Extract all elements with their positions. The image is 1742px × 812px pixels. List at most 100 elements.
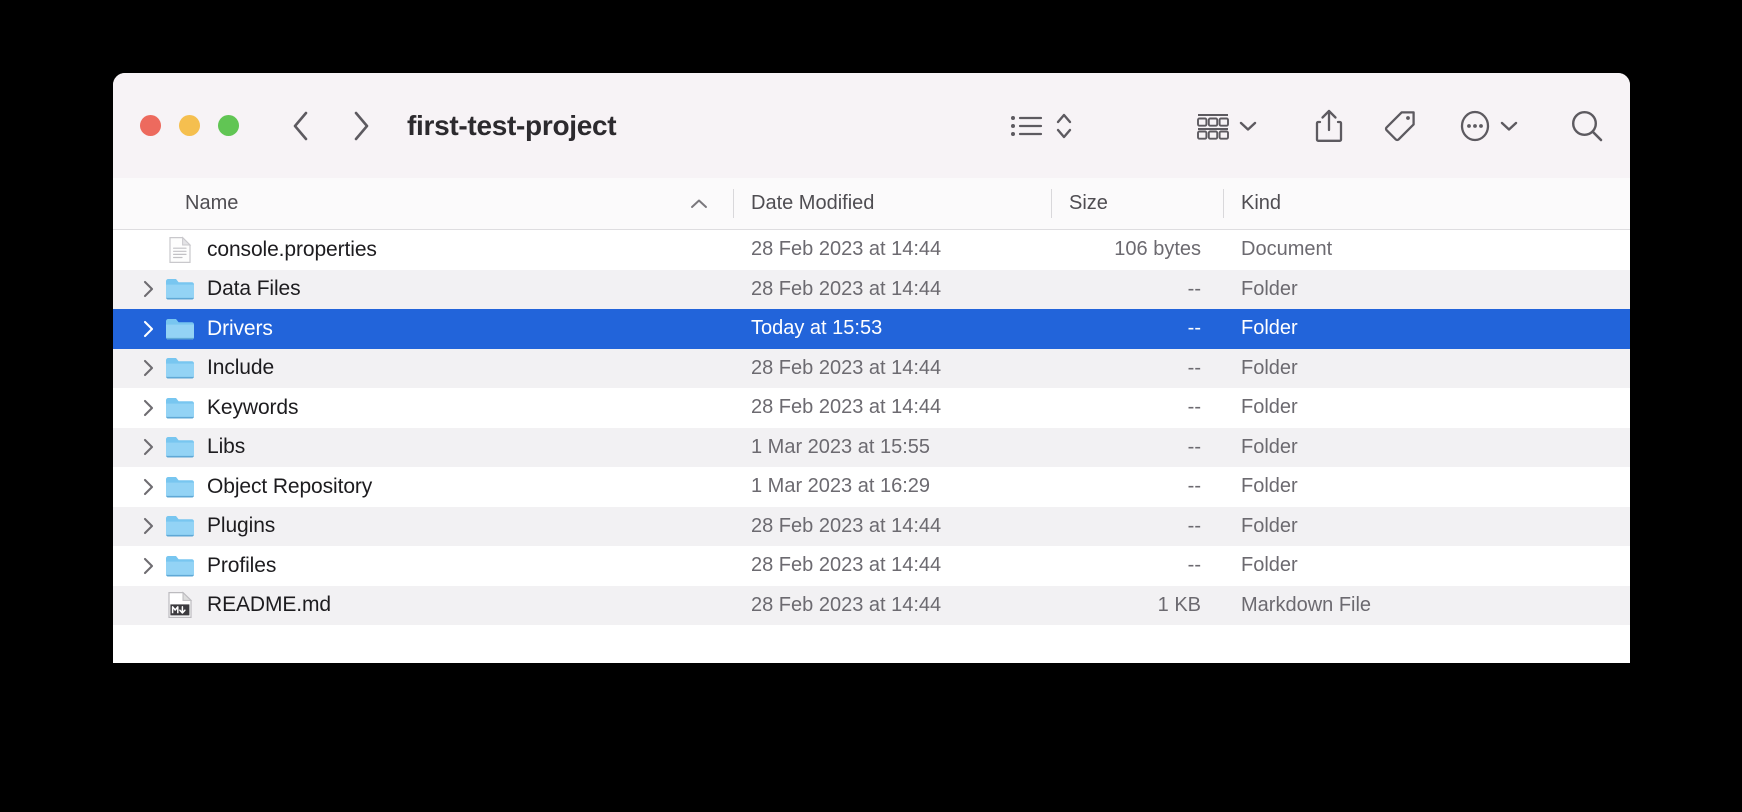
file-size: -- [1187,475,1201,498]
navigation-arrows [287,109,374,143]
disclosure-chevron-icon [143,439,153,456]
file-date-modified: 28 Feb 2023 at 14:44 [751,356,942,379]
folder-icon [166,555,194,577]
file-name-label: README.md [207,593,331,617]
document-icon [169,236,192,263]
disclosure-triangle[interactable] [137,516,159,536]
disclosure-triangle[interactable] [137,437,159,457]
maximize-window-button[interactable] [218,115,239,136]
file-name-cell: Profiles [113,553,733,579]
folder-icon [165,434,195,460]
folder-icon [165,276,195,302]
file-name-label: Include [207,356,275,380]
file-name-cell: README.md [113,591,733,619]
window-title: first-test-project [407,109,617,141]
chevron-down-icon [1500,121,1518,131]
file-size: -- [1187,317,1201,340]
folder-icon [166,397,194,419]
sort-order-button[interactable] [1054,111,1074,141]
disclosure-chevron-icon [143,478,153,495]
file-date-modified: 1 Mar 2023 at 15:55 [751,435,931,458]
folder-icon [165,355,195,381]
folder-icon [166,476,194,498]
folder-icon [165,474,195,500]
file-kind: Folder [1241,475,1298,498]
file-size: -- [1187,554,1201,577]
chevron-down-icon [1239,121,1257,131]
table-row[interactable]: Object Repository 1 Mar 2023 at 16:29 -- Fo… [113,467,1630,507]
column-header-name-label: Name [185,192,239,214]
table-row[interactable]: Profiles 28 Feb 2023 at 14:44 -- Folder [113,546,1630,586]
markdown-icon [168,591,193,619]
table-row[interactable]: Include 28 Feb 2023 at 14:44 -- Folder [113,348,1630,388]
disclosure-triangle[interactable] [137,556,159,576]
share-button[interactable] [1315,109,1343,143]
file-kind: Folder [1241,514,1298,537]
column-header-row: Name Date Modified Size Kind [113,178,1630,230]
tag-icon [1384,110,1415,141]
add-tags-button[interactable] [1383,109,1417,143]
more-dropdown-chevron[interactable] [1500,120,1518,132]
disclosure-chevron-icon [143,281,153,298]
column-divider [1223,189,1224,218]
group-dropdown-chevron[interactable] [1239,120,1257,132]
file-size: -- [1187,514,1201,537]
file-kind: Folder [1241,396,1298,419]
disclosure-chevron-icon [143,518,153,535]
file-size: 1 KB [1157,593,1201,616]
group-items-button[interactable] [1196,112,1257,140]
table-row[interactable]: Libs 1 Mar 2023 at 15:55 -- Folder [113,427,1630,467]
folder-icon [165,316,195,342]
file-name-label: Drivers [207,316,273,340]
table-row[interactable]: Drivers Today at 15:53 -- Folder [113,309,1630,349]
file-date-modified: 28 Feb 2023 at 14:44 [751,277,942,300]
group-items-icon [1197,113,1229,140]
disclosure-triangle[interactable] [137,279,159,299]
file-size: -- [1187,356,1201,379]
file-date-modified: 28 Feb 2023 at 14:44 [751,514,942,537]
folder-icon [166,516,194,537]
table-row[interactable]: README.md 28 Feb 2023 at 14:44 1 KB Markdow… [113,585,1630,625]
search-button[interactable] [1570,109,1604,143]
column-header-size-label: Size [1069,192,1108,214]
file-name-cell: Data Files [113,276,733,302]
table-row[interactable]: Plugins 28 Feb 2023 at 14:44 -- Folder [113,506,1630,546]
column-header-kind[interactable]: Kind [1223,178,1630,229]
file-date-modified: 28 Feb 2023 at 14:44 [751,238,942,261]
column-divider [733,189,734,218]
file-name-cell: Object Repository [113,474,733,500]
disclosure-chevron-icon [143,399,153,416]
column-header-kind-label: Kind [1241,192,1282,214]
folder-icon [166,358,194,379]
file-kind: Folder [1241,317,1298,340]
column-header-size[interactable]: Size [1051,178,1223,229]
close-window-button[interactable] [140,115,161,136]
back-button[interactable] [287,109,313,143]
view-as-list-button[interactable] [1010,113,1044,139]
file-kind: Markdown File [1241,593,1372,616]
file-date-modified: 28 Feb 2023 at 14:44 [751,554,942,577]
minimize-window-button[interactable] [179,115,200,136]
file-name-label: Profiles [207,553,277,577]
column-header-name[interactable]: Name [113,178,733,229]
table-row[interactable]: console.properties 28 Feb 2023 at 14:44 10… [113,230,1630,270]
disclosure-triangle[interactable] [137,358,159,378]
file-date-modified: 28 Feb 2023 at 14:44 [751,396,942,419]
search-icon [1571,110,1603,141]
table-row[interactable]: Keywords 28 Feb 2023 at 14:44 -- Folder [113,388,1630,428]
table-row[interactable]: Data Files 28 Feb 2023 at 14:44 -- Folder [113,269,1630,309]
folder-icon [166,318,194,340]
file-kind: Document [1241,238,1333,261]
column-header-date-modified[interactable]: Date Modified [733,178,1051,229]
file-name-label: console.properties [207,237,377,261]
disclosure-triangle[interactable] [137,477,159,497]
file-name-cell: Libs [113,434,733,460]
forward-button[interactable] [348,109,374,143]
disclosure-triangle[interactable] [137,398,159,418]
disclosure-triangle[interactable] [137,319,159,339]
folder-icon [166,279,194,300]
more-options-button[interactable] [1459,109,1518,143]
more-ellipsis-icon [1460,110,1490,141]
file-name-label: Plugins [207,514,276,538]
file-name-cell: Keywords [113,395,733,421]
